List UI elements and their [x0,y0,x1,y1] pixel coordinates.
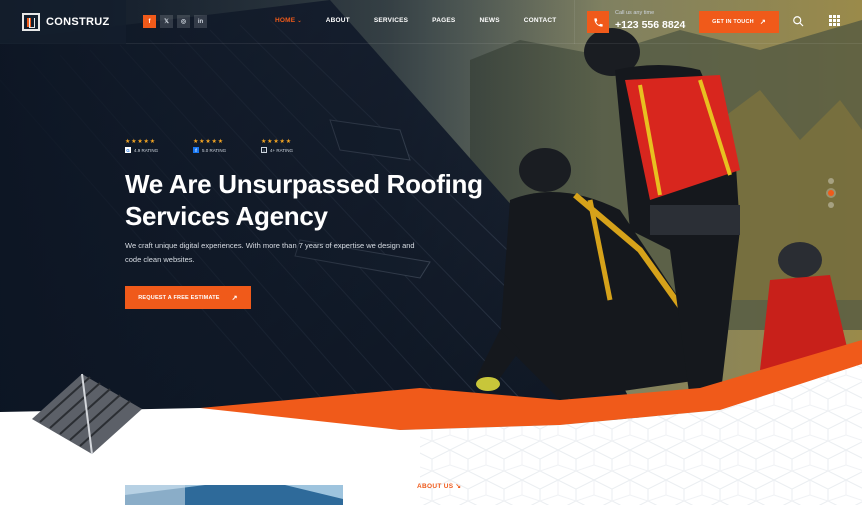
star-rating-icon: ★★★★★ [125,139,156,145]
arrow-up-right-icon: ↗ [231,294,238,302]
nav-item-label: HOME [275,17,296,24]
about-us-eyebrow: ABOUT US ↘ [417,482,461,490]
search-icon[interactable] [792,15,804,27]
rating-third: ★★★★★ ⌂ 4+ RATING [261,138,307,153]
rating-text: 4.9 RATING [134,147,159,153]
get-in-touch-button[interactable]: GET IN TOUCH ↗ [699,11,779,33]
request-estimate-button[interactable]: REQUEST A FREE ESTIMATE ↗ [125,286,251,309]
x-icon[interactable]: 𝕏 [160,15,173,28]
brand-name: CONSTRUZ [46,16,110,28]
hero-bottom-divider [0,340,862,505]
star-rating-icon: ★★★★★ [193,139,224,145]
call-contact[interactable]: Call us any time +123 556 8824 [574,0,700,44]
nav-item-contact[interactable]: CONTACT [524,17,557,24]
request-estimate-label: REQUEST A FREE ESTIMATE [138,294,220,301]
hero-subtitle: We craft unique digital experiences. Wit… [125,241,415,264]
rating-google: ★★★★★ G 4.9 RATING [125,138,171,153]
hero-title: We Are Unsurpassed Roofing Services Agen… [125,169,483,231]
nav-item-home[interactable]: HOME ⌄ [275,17,302,24]
slider-pagination [828,178,834,208]
page: CONSTRUZ f 𝕏 ◎ in HOME ⌄ ABOUT SERVICES P… [0,0,862,505]
linkedin-icon[interactable]: in [194,15,207,28]
slider-dot-active[interactable] [828,190,834,196]
nav-item-news[interactable]: NEWS [479,17,499,24]
phone-number[interactable]: +123 556 8824 [615,19,685,31]
nav-item-services[interactable]: SERVICES [374,17,408,24]
slider-dot[interactable] [828,178,834,184]
slider-dot[interactable] [828,202,834,208]
get-in-touch-label: GET IN TOUCH [712,19,754,25]
arrow-down-right-icon: ↘ [455,483,462,490]
instagram-icon[interactable]: ◎ [177,15,190,28]
logo[interactable]: CONSTRUZ [0,0,126,44]
about-us-label: ABOUT US [417,483,454,490]
chevron-down-icon: ⌄ [297,18,302,24]
grid-menu-icon[interactable] [829,15,840,26]
arrow-up-right-icon: ↗ [759,19,766,26]
about-image [125,485,343,505]
rating-text: 4+ RATING [270,147,294,153]
call-label: Call us any time [615,10,655,16]
review-site-icon: ⌂ [261,147,267,153]
social-links: f 𝕏 ◎ in [143,15,207,28]
nav-item-about[interactable]: ABOUT [326,17,350,24]
nav-item-pages[interactable]: PAGES [432,17,455,24]
logo-mark-icon [22,13,40,31]
rating-facebook: ★★★★★ f 5.0 RATING [193,138,239,153]
main-nav: HOME ⌄ ABOUT SERVICES PAGES NEWS CONTACT [275,17,580,24]
rating-text: 5.0 RATING [202,147,227,153]
facebook-badge-icon: f [193,147,199,153]
facebook-icon[interactable]: f [143,15,156,28]
phone-icon [587,11,609,33]
star-rating-icon: ★★★★★ [261,139,292,145]
site-header: CONSTRUZ f 𝕏 ◎ in HOME ⌄ ABOUT SERVICES P… [0,0,862,44]
google-icon: G [125,147,131,153]
ratings-row: ★★★★★ G 4.9 RATING ★★★★★ f 5.0 RATING ★★… [125,138,307,153]
